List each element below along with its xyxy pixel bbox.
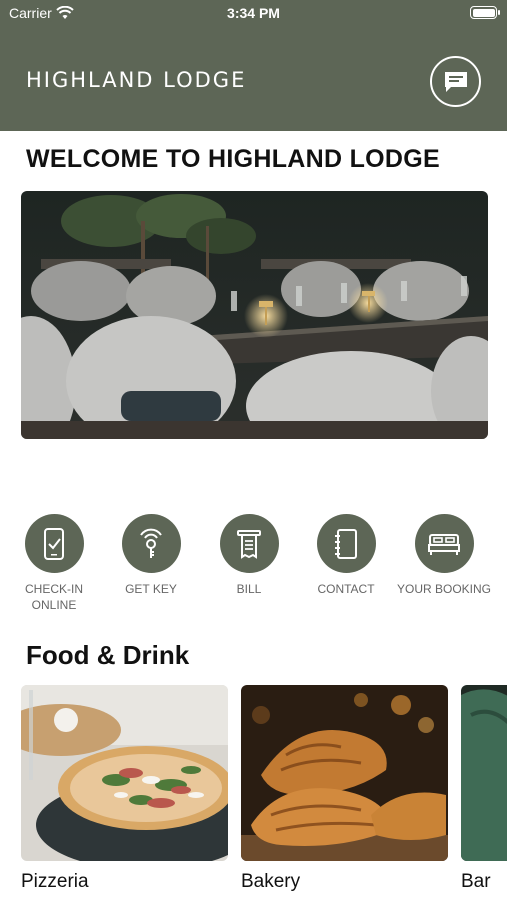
get-key-button[interactable]: GET KEY — [101, 514, 201, 597]
app-header: Carrier 3:34 PM HIGHLAND LODGE — [0, 0, 507, 131]
welcome-title: WELCOME TO HIGHLAND LODGE — [26, 145, 440, 173]
card-pizzeria[interactable]: Pizzeria — [21, 685, 228, 893]
brand-logo: HIGHLAND LODGE — [26, 68, 247, 92]
your-booking-button[interactable]: YOUR BOOKING — [394, 514, 494, 597]
card-label-bakery: Bakery — [241, 871, 301, 892]
check-in-online-button[interactable]: CHECK-IN ONLINE — [4, 514, 104, 613]
hero-image — [21, 191, 488, 439]
card-label-bar: Bar — [461, 871, 491, 892]
chat-icon — [444, 71, 467, 92]
bar-seating-image — [461, 685, 507, 861]
get-key-label: GET KEY — [125, 582, 177, 596]
card-bakery[interactable]: Bakery — [241, 685, 448, 893]
chat-button[interactable] — [430, 56, 481, 107]
card-bar[interactable]: Bar — [461, 685, 507, 893]
bed-icon — [414, 514, 474, 573]
card-label-pizzeria: Pizzeria — [21, 871, 89, 892]
bill-button[interactable]: BILL — [199, 514, 299, 597]
status-bar: Carrier 3:34 PM — [0, 0, 507, 30]
your-booking-label: YOUR BOOKING — [396, 582, 491, 596]
phone-check-icon — [24, 514, 84, 573]
notebook-icon — [316, 514, 376, 573]
pizza-image — [21, 685, 228, 861]
contact-label: CONTACT — [317, 582, 375, 596]
food-drink-carousel[interactable]: Pizzeria Bakery Bar — [21, 685, 507, 900]
check-in-label: CHECK-IN ONLINE — [24, 582, 83, 612]
key-icon — [121, 514, 181, 573]
receipt-icon — [219, 514, 279, 573]
bill-label: BILL — [236, 582, 262, 596]
quick-actions: CHECK-IN ONLINE GET KEY BILL CONTACT YOU… — [0, 514, 507, 624]
food-drink-title: Food & Drink — [26, 640, 190, 670]
croissants-image — [241, 685, 448, 861]
status-time: 3:34 PM — [227, 5, 280, 21]
contact-button[interactable]: CONTACT — [296, 514, 396, 597]
battery-icon — [470, 6, 500, 19]
